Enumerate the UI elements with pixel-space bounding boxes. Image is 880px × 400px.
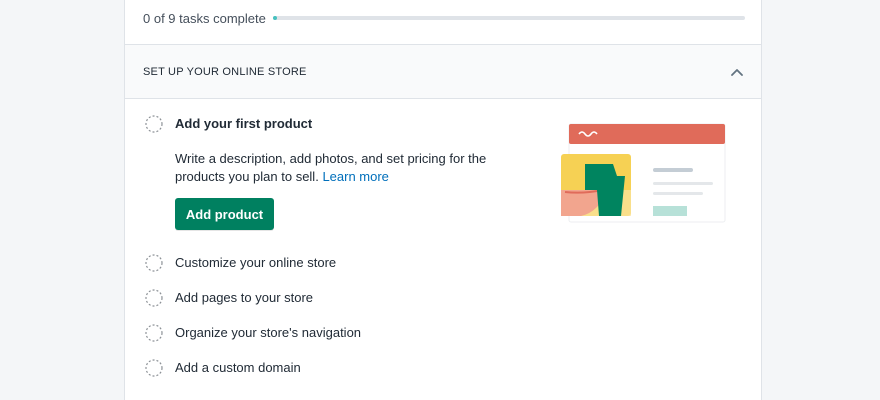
progress-bar <box>273 16 745 20</box>
task-organize-navigation[interactable]: Organize your store's navigation <box>145 323 585 345</box>
section-header[interactable]: SET UP YOUR ONLINE STORE <box>125 45 761 99</box>
chevron-up-icon <box>731 69 743 76</box>
task-label: Add a custom domain <box>175 360 301 375</box>
section-title: SET UP YOUR ONLINE STORE <box>143 66 307 78</box>
progress-text: 0 of 9 tasks complete <box>143 11 266 26</box>
task-incomplete-circle-icon[interactable] <box>145 254 163 272</box>
task-incomplete-circle-icon[interactable] <box>145 289 163 307</box>
task-title: Add your first product <box>175 116 313 131</box>
product-illustration <box>561 123 726 223</box>
task-incomplete-circle-icon[interactable] <box>145 324 163 342</box>
task-add-first-product[interactable]: Add your first product <box>145 114 585 136</box>
collapse-button[interactable] <box>727 62 747 82</box>
task-label: Add pages to your store <box>175 290 314 305</box>
setup-guide-card: 0 of 9 tasks complete SET UP YOUR ONLINE… <box>124 0 762 400</box>
task-customize-online-store[interactable]: Customize your online store <box>145 253 585 275</box>
learn-more-link[interactable]: Learn more <box>322 169 388 184</box>
task-add-pages[interactable]: Add pages to your store <box>145 288 585 310</box>
task-label: Organize your store's navigation <box>175 325 362 340</box>
task-add-custom-domain[interactable]: Add a custom domain <box>145 358 585 380</box>
add-product-button[interactable]: Add product <box>175 198 274 230</box>
task-label: Customize your online store <box>175 255 337 270</box>
progress-row: 0 of 9 tasks complete <box>125 0 761 45</box>
task-description: Write a description, add photos, and set… <box>175 150 535 186</box>
task-incomplete-circle-icon[interactable] <box>145 359 163 377</box>
progress-bar-fill <box>273 16 277 20</box>
task-incomplete-circle-icon[interactable] <box>145 115 163 133</box>
